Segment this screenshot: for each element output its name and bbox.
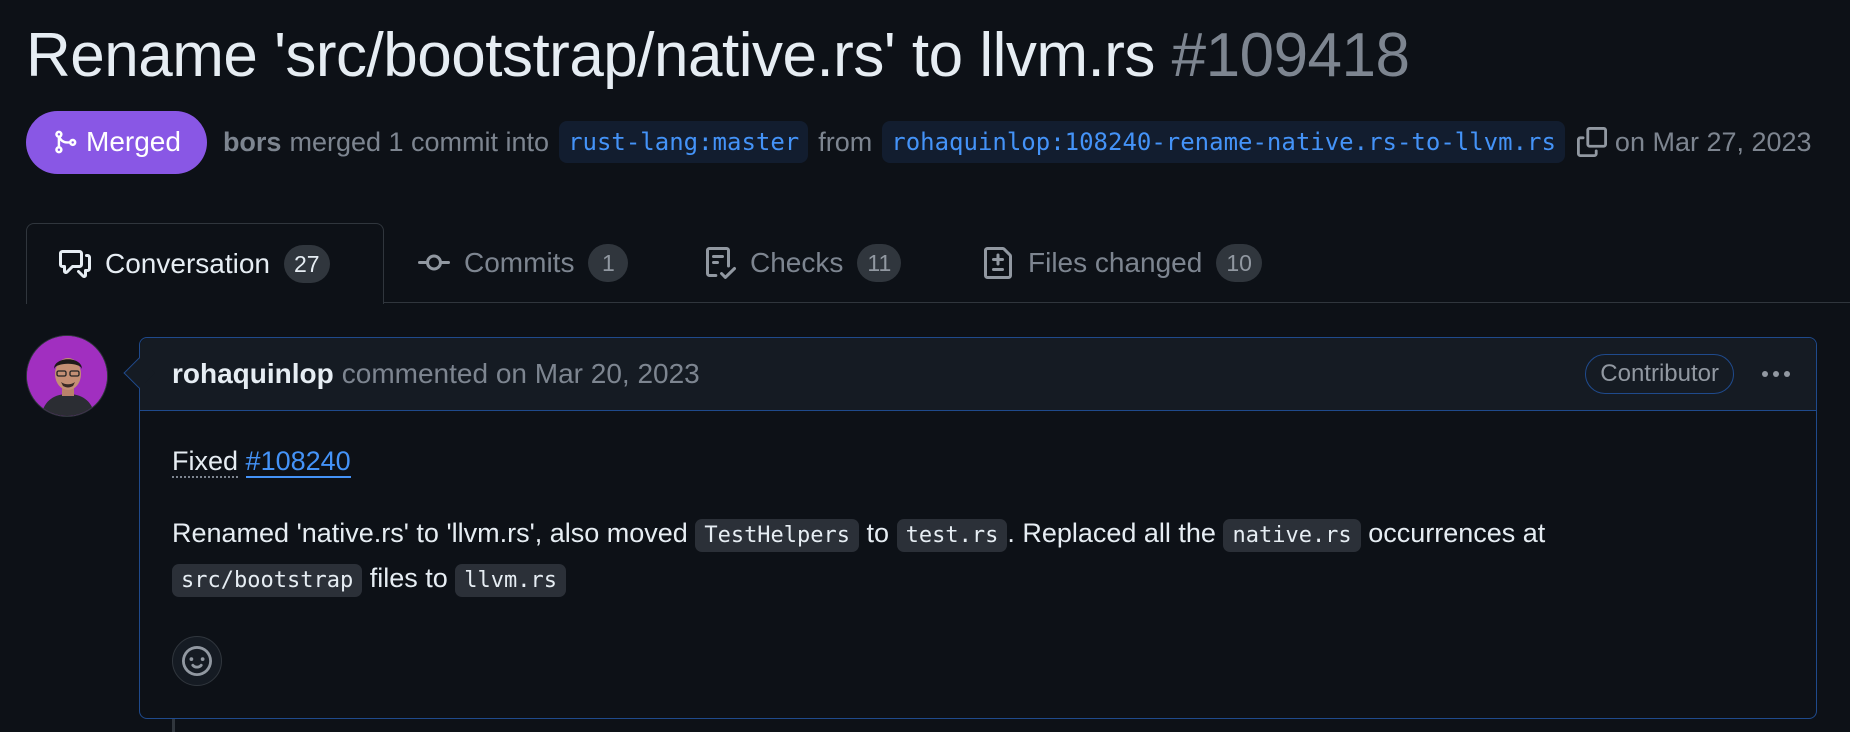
timeline-line [172, 718, 175, 732]
comment-paragraph-2: Renamed 'native.rs' to 'llvm.rs', also m… [172, 512, 1784, 602]
merge-date: on Mar 27, 2023 [1614, 126, 1812, 157]
code-test-rs: test.rs [896, 519, 1008, 552]
copy-icon[interactable] [1576, 127, 1607, 157]
tab-checks-label: Checks [750, 247, 844, 278]
fixed-text: Fixed [172, 446, 239, 478]
pr-title-text: Rename 'src/bootstrap/native.rs' to llvm… [26, 21, 1155, 90]
tab-commits[interactable]: Commits 1 [418, 223, 629, 303]
tab-commits-label: Commits [464, 247, 575, 278]
comment-body: Fixed #108240 Renamed 'native.rs' to 'll… [140, 440, 1816, 602]
code-llvm-rs: llvm.rs [455, 564, 566, 597]
comment-timestamp[interactable]: commented on Mar 20, 2023 [342, 358, 700, 390]
merge-author-link[interactable]: bors [223, 127, 282, 158]
checklist-icon [706, 247, 736, 279]
merged-label: Merged [86, 126, 181, 157]
comment-header: rohaquinlop commented on Mar 20, 2023 Co… [140, 338, 1816, 411]
merged-text: merged 1 commit into [289, 126, 550, 157]
tab-conversation-label: Conversation [105, 248, 270, 279]
tab-files-changed-count: 10 [1216, 244, 1262, 282]
comment-box: rohaquinlop commented on Mar 20, 2023 Co… [139, 337, 1817, 719]
merged-state-badge: Merged [26, 110, 207, 174]
head-branch-link[interactable]: rohaquinlop:108240-rename-native.rs-to-l… [882, 121, 1565, 163]
body-text-1: Renamed 'native.rs' to 'llvm.rs', also m… [172, 518, 688, 548]
comment-author-link[interactable]: rohaquinlop [172, 358, 334, 390]
tab-files-changed-label: Files changed [1028, 247, 1203, 278]
git-commit-icon [418, 254, 450, 271]
body-text-4: occurrences at [1368, 518, 1546, 548]
avatar[interactable] [26, 335, 108, 417]
tab-conversation[interactable]: Conversation 27 [26, 223, 384, 304]
comment-discussion-icon [59, 250, 91, 278]
base-branch-link[interactable]: rust-lang:master [559, 121, 809, 163]
code-testhelpers: TestHelpers [695, 519, 860, 552]
pr-title: Rename 'src/bootstrap/native.rs' to llvm… [26, 14, 1410, 98]
contributor-badge: Contributor [1585, 354, 1734, 394]
issue-link[interactable]: #108240 [245, 446, 351, 478]
body-text-5: files to [369, 563, 448, 593]
body-text-2: to [866, 518, 890, 548]
tab-files-changed[interactable]: Files changed 10 [982, 223, 1262, 303]
kebab-menu-icon[interactable] [1762, 371, 1790, 377]
tab-conversation-count: 27 [283, 245, 330, 283]
tab-checks[interactable]: Checks 11 [704, 223, 902, 303]
tab-commits-count: 1 [588, 244, 629, 282]
add-reaction-button[interactable] [172, 636, 222, 686]
from-text: from [818, 126, 873, 157]
tab-checks-count: 11 [857, 244, 902, 282]
pr-number: #109418 [1171, 21, 1410, 90]
body-text-3: . Replaced all the [1007, 518, 1216, 548]
pr-meta: Merged bors merged 1 commit into rust-la… [26, 110, 1812, 174]
code-native-rs: native.rs [1223, 519, 1361, 552]
comment-paragraph-1: Fixed #108240 [172, 440, 1784, 482]
code-src-bootstrap: src/bootstrap [172, 564, 363, 597]
smiley-icon [182, 646, 212, 676]
git-merge-icon [55, 130, 77, 154]
file-diff-icon [984, 247, 1012, 279]
